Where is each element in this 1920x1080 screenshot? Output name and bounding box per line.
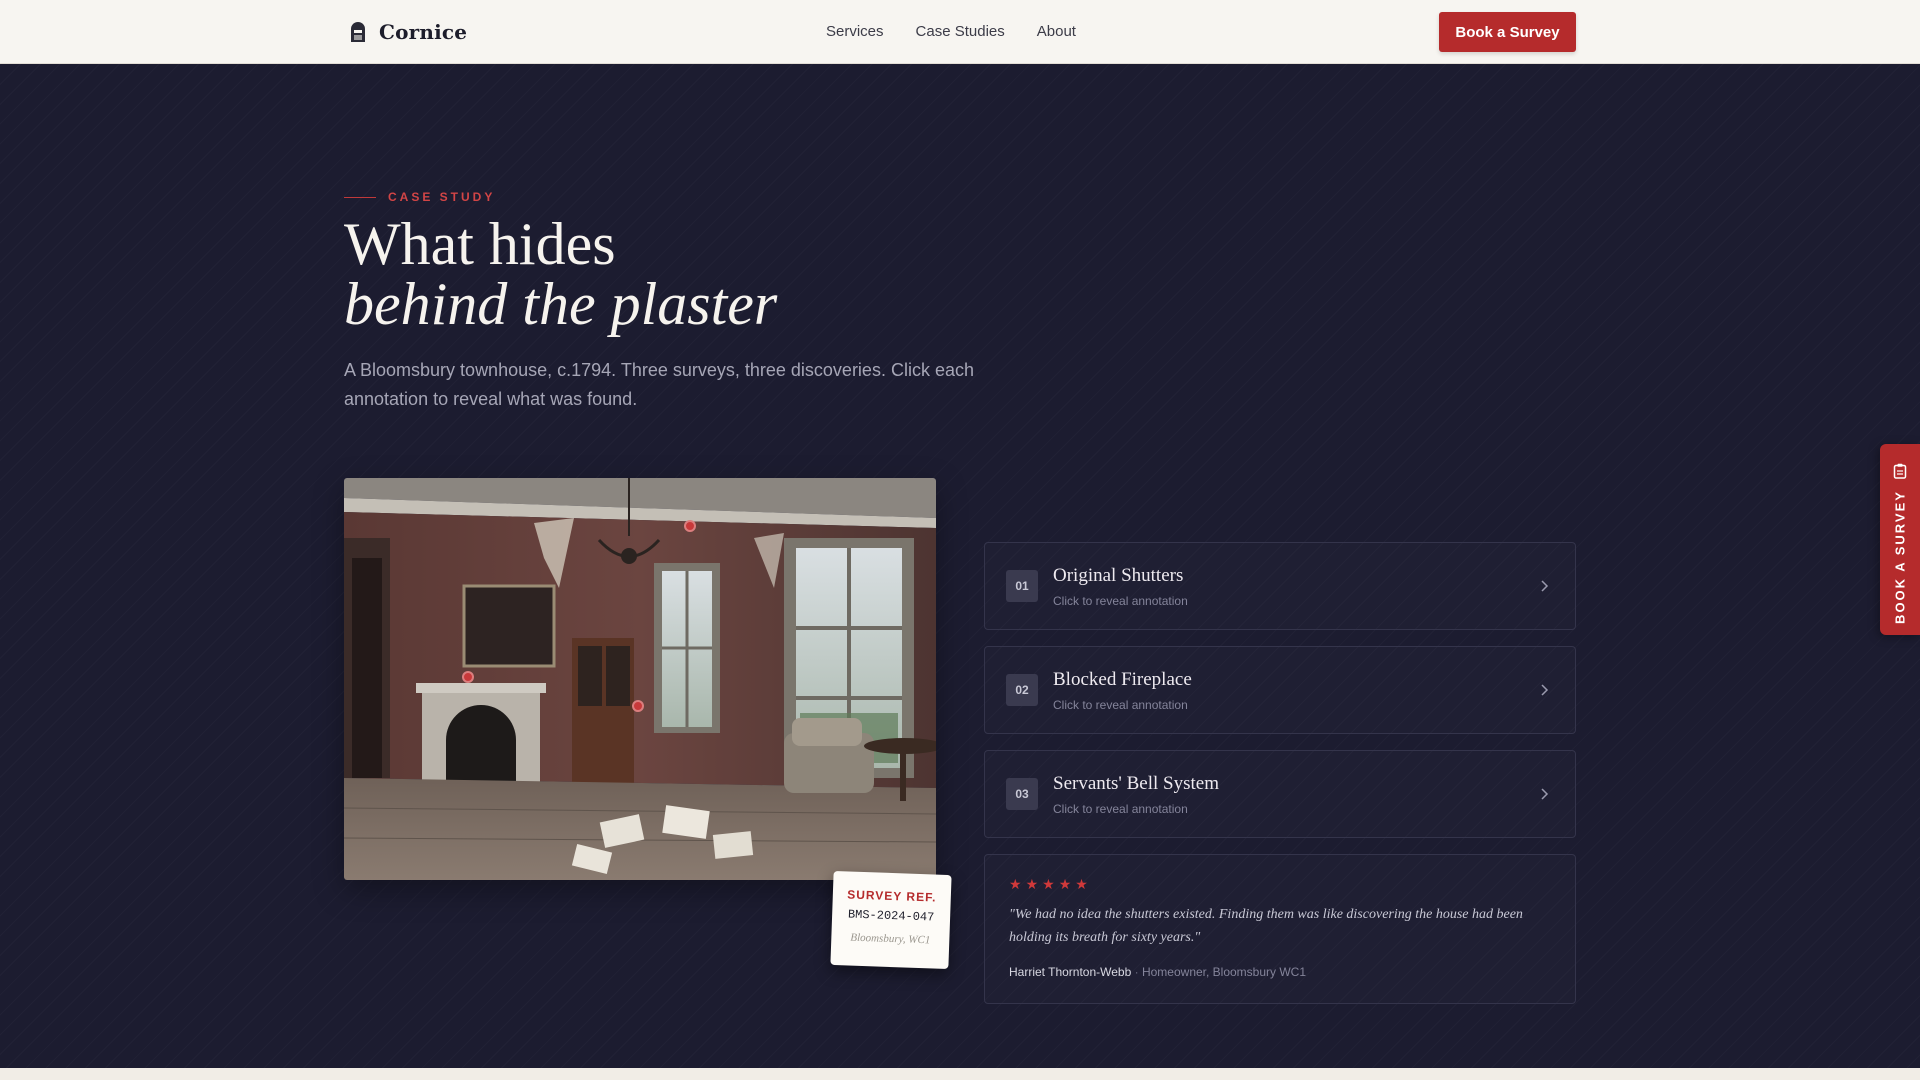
- page-title: What hides behind the plaster: [344, 214, 1244, 334]
- case-study-hero: CASE STUDY What hides behind the plaster…: [0, 64, 1920, 1068]
- nav-link-services[interactable]: Services: [826, 22, 884, 42]
- hotspot-3[interactable]: [632, 700, 644, 712]
- star-icon: ★: [1075, 876, 1088, 892]
- clipboard-icon: [1893, 463, 1907, 479]
- annotation-number: 03: [1006, 778, 1038, 810]
- testimonial-author: Harriet Thornton-Webb: [1009, 965, 1132, 979]
- chevron-right-icon: [1541, 580, 1549, 592]
- door-icon: [351, 22, 365, 42]
- hotspot-1[interactable]: [684, 520, 696, 532]
- title-line-2: behind the plaster: [344, 271, 778, 337]
- annotation-number: 02: [1006, 674, 1038, 706]
- eyebrow: CASE STUDY: [344, 190, 495, 204]
- side-book-survey-tab[interactable]: BOOK A SURVEY: [1880, 444, 1920, 635]
- star-icon: ★: [1058, 876, 1072, 892]
- annotation-hint: Click to reveal annotation: [1053, 594, 1188, 608]
- testimonial-attribution: Harriet Thornton-Webb · Homeowner, Bloom…: [1009, 965, 1306, 979]
- annotation-original-shutters[interactable]: 01 Original Shutters Click to reveal ann…: [984, 542, 1576, 630]
- survey-ref-location: Bloomsbury, WC1: [850, 931, 931, 947]
- book-survey-button[interactable]: Book a Survey: [1439, 12, 1576, 52]
- attribution-separator: ·: [1134, 965, 1139, 979]
- room-photo: [344, 478, 936, 880]
- chevron-right-icon: [1541, 684, 1549, 696]
- annotation-hint: Click to reveal annotation: [1053, 802, 1188, 816]
- room-illustration: [344, 478, 936, 880]
- brand-name: Cornice: [379, 20, 468, 44]
- primary-nav: Services Case Studies About: [826, 22, 1076, 42]
- star-icon: ★: [1025, 876, 1039, 892]
- annotation-title: Blocked Fireplace: [1053, 669, 1192, 690]
- nav-link-about[interactable]: About: [1037, 22, 1076, 42]
- survey-ref-label: SURVEY REF.: [846, 887, 937, 905]
- chevron-right-icon: [1541, 788, 1549, 800]
- nav-link-case-studies[interactable]: Case Studies: [916, 22, 1005, 42]
- testimonial-role: Homeowner, Bloomsbury WC1: [1141, 965, 1307, 979]
- annotation-hint: Click to reveal annotation: [1053, 698, 1188, 712]
- testimonial-quote: "We had no idea the shutters existed. Fi…: [1009, 907, 1523, 945]
- survey-ref-code: BMS-2024-047: [847, 907, 935, 925]
- star-icon: ★: [1009, 876, 1022, 892]
- annotation-title: Original Shutters: [1053, 565, 1184, 586]
- top-navbar: Cornice Services Case Studies About Book…: [0, 0, 1920, 64]
- eyebrow-rule: [344, 196, 376, 198]
- side-tab-label: BOOK A SURVEY: [1892, 490, 1908, 624]
- testimonial-card: ★ ★ ★ ★ ★ "We had no idea the shutters e…: [984, 854, 1576, 1004]
- eyebrow-label: CASE STUDY: [388, 190, 496, 204]
- annotation-title: Servants' Bell System: [1053, 773, 1219, 794]
- hotspot-2[interactable]: [462, 671, 474, 683]
- star-icon: ★: [1042, 876, 1055, 892]
- annotation-number: 01: [1006, 570, 1038, 602]
- brand-logo-link[interactable]: Cornice: [349, 18, 467, 46]
- next-section-edge: [0, 1068, 1920, 1080]
- lead-paragraph: A Bloomsbury townhouse, c.1794. Three su…: [344, 360, 974, 409]
- annotation-servants-bell-system[interactable]: 03 Servants' Bell System Click to reveal…: [984, 750, 1576, 838]
- survey-ref-card: SURVEY REF. BMS-2024-047 Bloomsbury, WC1: [830, 870, 952, 970]
- annotation-blocked-fireplace[interactable]: 02 Blocked Fireplace Click to reveal ann…: [984, 646, 1576, 734]
- title-line-1: What hides: [344, 211, 616, 277]
- star-rating: ★ ★ ★ ★ ★: [1009, 877, 1088, 891]
